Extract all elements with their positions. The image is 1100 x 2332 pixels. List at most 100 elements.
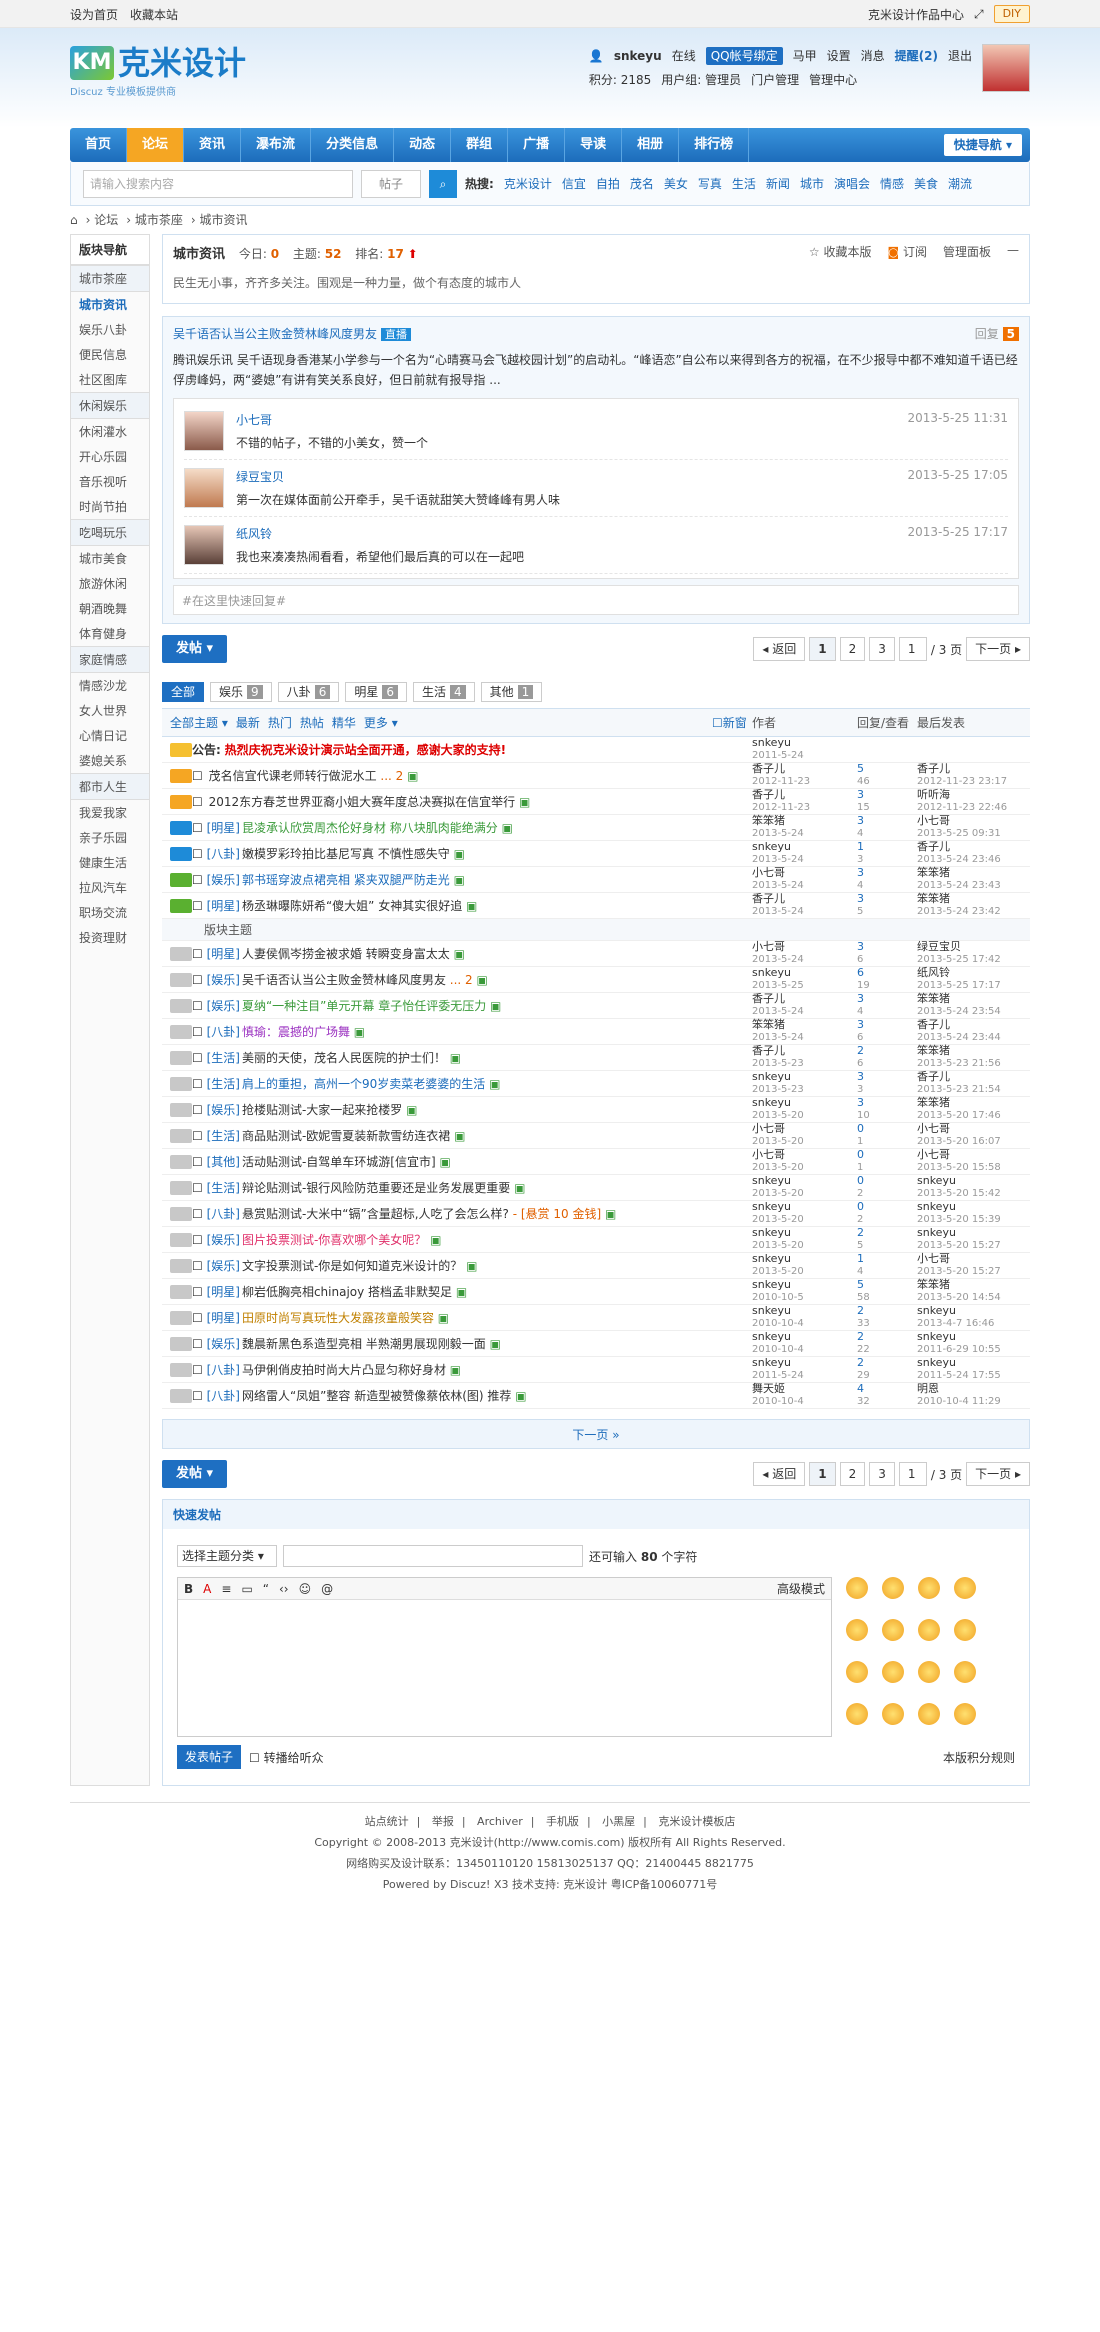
checkbox[interactable]: ☐ bbox=[192, 1025, 207, 1039]
thread-author[interactable]: 香子儿 bbox=[752, 788, 785, 801]
portal-admin-link[interactable]: 门户管理 bbox=[751, 68, 799, 92]
reply-author[interactable]: 纸风铃 bbox=[236, 525, 908, 542]
nav-item-home[interactable]: 首页 bbox=[70, 128, 128, 162]
thread-title[interactable]: 马伊俐俏皮拍时尚大片凸显匀称好身材 bbox=[242, 1363, 446, 1377]
smiley-icon[interactable] bbox=[918, 1703, 940, 1725]
back-button[interactable]: ◂ 返回 bbox=[753, 1462, 806, 1486]
thread-title[interactable]: 昆凌承认欣赏周杰伦好身材 称八块肌肉能绝满分 bbox=[242, 821, 498, 835]
quote-button[interactable]: “ bbox=[263, 1578, 269, 1599]
admin-center-link[interactable]: 管理中心 bbox=[809, 68, 857, 92]
page-input[interactable]: 1 bbox=[898, 637, 927, 661]
sync-checkbox[interactable]: ☐ 转播给听众 bbox=[249, 1749, 324, 1766]
sidebar-item[interactable]: 心情日记 bbox=[71, 723, 149, 748]
page-2[interactable]: 2 bbox=[839, 1462, 866, 1486]
page-2[interactable]: 2 bbox=[839, 637, 866, 661]
collapse-icon[interactable]: — bbox=[1007, 243, 1019, 262]
sidebar-item[interactable]: 情感沙龙 bbox=[71, 673, 149, 698]
thread-title[interactable]: 郭书瑶穿波点裙亮相 紧夹双腿严防走光 bbox=[242, 873, 450, 887]
nav-item-guide[interactable]: 导读 bbox=[565, 128, 623, 162]
search-type-select[interactable]: 帖子 bbox=[361, 169, 421, 198]
nav-item-groups[interactable]: 群组 bbox=[451, 128, 509, 162]
search-input[interactable]: 请输入搜索内容 bbox=[83, 169, 353, 198]
home-icon[interactable]: ⌂ bbox=[70, 213, 78, 227]
new-post-button[interactable]: 发帖 ▾ bbox=[162, 1460, 228, 1488]
points[interactable]: 积分: 2185 bbox=[589, 68, 651, 92]
checkbox[interactable]: ☐ bbox=[192, 1155, 207, 1169]
page-3[interactable]: 3 bbox=[869, 1462, 895, 1486]
thread-title[interactable]: 图片投票测试-你喜欢哪个美女呢？ bbox=[242, 1233, 426, 1247]
hot-item[interactable]: 新闻 bbox=[766, 175, 790, 192]
thread-category[interactable]: [八卦] bbox=[207, 1389, 240, 1403]
footer-link[interactable]: 站点统计 bbox=[365, 1815, 409, 1828]
sidebar-item[interactable]: 娱乐八卦 bbox=[71, 317, 149, 342]
avatar[interactable] bbox=[982, 44, 1030, 92]
page-3[interactable]: 3 bbox=[869, 637, 895, 661]
checkbox[interactable]: ☐ bbox=[192, 1233, 207, 1247]
thread-author[interactable]: snkeyu bbox=[752, 1096, 791, 1109]
announcement-author[interactable]: snkeyu bbox=[752, 736, 791, 749]
thread-title[interactable]: 嫩模罗彩玲拍比基尼写真 不慎性感失守 bbox=[242, 847, 450, 861]
thread-author[interactable]: 小七哥 bbox=[752, 1122, 785, 1135]
announcement-link[interactable]: 热烈庆祝克米设计演示站全面开通，感谢大家的支持! bbox=[225, 743, 506, 757]
thread-author[interactable]: 小七哥 bbox=[752, 1148, 785, 1161]
new-post-button[interactable]: 发帖 ▾ bbox=[162, 635, 228, 663]
nav-item-feed[interactable]: 动态 bbox=[394, 128, 452, 162]
checkbox[interactable]: ☐ bbox=[192, 873, 207, 887]
thread-author[interactable]: snkeyu bbox=[752, 1200, 791, 1213]
smiley-icon[interactable] bbox=[882, 1577, 904, 1599]
image-button[interactable]: ▭ bbox=[241, 1578, 252, 1599]
thread-author[interactable]: 小七哥 bbox=[752, 940, 785, 953]
checkbox[interactable]: ☐ bbox=[192, 795, 207, 809]
checkbox[interactable]: ☐ bbox=[192, 1389, 207, 1403]
smiley-icon[interactable] bbox=[882, 1703, 904, 1725]
sidebar-group[interactable]: 都市人生 bbox=[71, 773, 149, 800]
thread-category[interactable]: [八卦] bbox=[207, 1207, 240, 1221]
user-group[interactable]: 用户组: 管理员 bbox=[661, 68, 741, 92]
sidebar-item[interactable]: 体育健身 bbox=[71, 621, 149, 646]
filter-hot[interactable]: 热门 bbox=[268, 709, 292, 736]
last-poster[interactable]: snkeyu bbox=[917, 1200, 956, 1213]
thread-category[interactable]: [生活] bbox=[207, 1077, 240, 1091]
hot-item[interactable]: 情感 bbox=[880, 175, 904, 192]
expand-icon[interactable]: ⤢ bbox=[974, 7, 984, 22]
checkbox[interactable]: ☐ bbox=[192, 769, 207, 783]
hot-item[interactable]: 克米设计 bbox=[504, 175, 552, 192]
last-poster[interactable]: 笨笨猪 bbox=[917, 892, 950, 905]
last-poster[interactable]: 小七哥 bbox=[917, 1122, 950, 1135]
thread-title[interactable]: 辩论贴测试-银行风险防范重要还是业务发展更重要 bbox=[242, 1181, 510, 1195]
thread-author[interactable]: snkeyu bbox=[752, 966, 791, 979]
thread-category[interactable]: [娱乐] bbox=[207, 873, 240, 887]
smiley-icon[interactable] bbox=[846, 1661, 868, 1683]
smiley-icon[interactable] bbox=[954, 1703, 976, 1725]
checkbox[interactable]: ☐ bbox=[192, 1103, 207, 1117]
thread-title[interactable]: 活动贴测试-自驾单车环城游[信宜市] bbox=[242, 1155, 436, 1169]
site-logo[interactable]: KM 克米设计 Discuz 专业模板提供商 bbox=[70, 46, 246, 98]
thread-category[interactable]: [生活] bbox=[207, 1051, 240, 1065]
topic-category-select[interactable]: 选择主题分类 ▾ bbox=[177, 1545, 277, 1567]
footer-link[interactable]: 小黑屋 bbox=[602, 1815, 635, 1828]
logout-link[interactable]: 退出 bbox=[948, 44, 972, 68]
last-poster[interactable]: 绿豆宝贝 bbox=[917, 940, 961, 953]
horse-menu[interactable]: 马甲 bbox=[793, 44, 817, 68]
nav-item-classified[interactable]: 分类信息 bbox=[311, 128, 395, 162]
thread-author[interactable]: 香子儿 bbox=[752, 992, 785, 1005]
smiley-button[interactable]: ☺ bbox=[299, 1578, 312, 1599]
qq-bind-button[interactable]: QQ帐号绑定 bbox=[705, 47, 783, 65]
quick-nav-button[interactable]: 快捷导航 ▾ bbox=[943, 134, 1022, 156]
tab-life[interactable]: 生活 4 bbox=[412, 682, 475, 702]
hot-item[interactable]: 茂名 bbox=[630, 175, 654, 192]
hot-item[interactable]: 美女 bbox=[664, 175, 688, 192]
thread-author[interactable]: snkeyu bbox=[752, 1070, 791, 1083]
thread-title[interactable]: 田原时尚写真玩性大发露孩童般笑容 bbox=[242, 1311, 434, 1325]
checkbox[interactable]: ☐ bbox=[192, 947, 207, 961]
sidebar-group[interactable]: 休闲娱乐 bbox=[71, 392, 149, 419]
filter-latest[interactable]: 最新 bbox=[236, 709, 260, 736]
hot-item[interactable]: 城市 bbox=[800, 175, 824, 192]
thread-title[interactable]: 夏纳“一种注目”单元开幕 章子怡任评委无压力 bbox=[242, 999, 486, 1013]
hot-item[interactable]: 生活 bbox=[732, 175, 756, 192]
smiley-icon[interactable] bbox=[954, 1619, 976, 1641]
checkbox[interactable]: ☐ bbox=[192, 973, 207, 987]
checkbox[interactable]: ☐ bbox=[192, 1077, 207, 1091]
last-poster[interactable]: 明恩 bbox=[917, 1382, 939, 1395]
thread-title[interactable]: 魏晨新黑色系造型亮相 半熟潮男展现刚毅一面 bbox=[242, 1337, 486, 1351]
